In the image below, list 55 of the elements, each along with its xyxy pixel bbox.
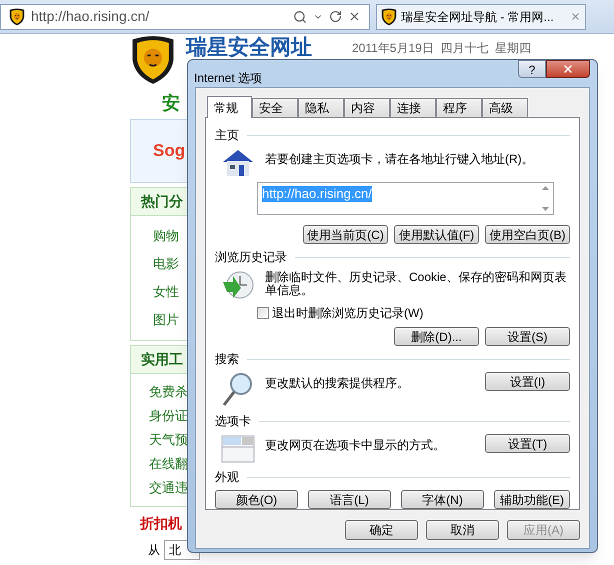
page-heading: 安: [161, 92, 181, 115]
dialog-button[interactable]: 取消: [426, 520, 499, 540]
address-bar[interactable]: http://hao.rising.cn/: [0, 4, 370, 30]
dialog-tab[interactable]: 常规: [207, 96, 252, 118]
tabs-description: 更改网页在选项卡中显示的方式。: [265, 437, 446, 454]
checkbox[interactable]: [257, 307, 269, 319]
from-label: 从: [148, 542, 160, 559]
appearance-button[interactable]: 辅助功能(E): [494, 490, 570, 509]
tab-title: 瑞星安全网址导航 - 常用网...: [401, 8, 555, 26]
home-description: 若要创建主页选项卡，请在各地址行键入地址(R)。: [265, 151, 534, 168]
appearance-button[interactable]: 语言(L): [308, 490, 391, 509]
dialog-button[interactable]: 确定: [345, 520, 418, 540]
tabs-settings-button[interactable]: 设置(T): [485, 434, 570, 453]
appearance-button[interactable]: 颜色(O): [215, 490, 298, 509]
close-tab-icon[interactable]: [570, 11, 581, 22]
close-button[interactable]: [546, 60, 590, 78]
history-button[interactable]: 设置(S): [485, 327, 570, 346]
help-button[interactable]: ?: [518, 60, 546, 78]
deals-title: 折扣机: [138, 514, 183, 533]
scroll-up-icon[interactable]: [542, 186, 548, 190]
date-text: 2011年5月19日 四月十七 星期四: [352, 41, 532, 55]
stop-icon[interactable]: [348, 10, 361, 23]
dialog-tab[interactable]: 高级: [482, 98, 528, 117]
search-logo: Sog: [153, 140, 186, 162]
url-text: http://hao.rising.cn/: [31, 7, 150, 26]
dialog-tab[interactable]: 程序: [436, 98, 482, 117]
homepage-button[interactable]: 使用默认值(F): [394, 225, 479, 244]
tabs-icon: [221, 434, 255, 464]
homepage-button[interactable]: 使用当前页(C): [303, 225, 388, 244]
group-title: 外观: [215, 469, 239, 486]
history-button[interactable]: 删除(D)...: [394, 327, 479, 346]
dialog-tab[interactable]: 安全: [252, 98, 298, 117]
search-description: 更改默认的搜索提供程序。: [265, 375, 410, 392]
homepage-button[interactable]: 使用空白页(B): [485, 225, 570, 244]
dialog-tab[interactable]: 隐私: [298, 98, 344, 117]
history-description: 删除临时文件、历史记录、Cookie、保存的密码和网页表单信息。: [265, 271, 568, 297]
group-title: 选项卡: [215, 413, 251, 430]
appearance-button[interactable]: 字体(N): [401, 490, 484, 509]
dialog-tab[interactable]: 连接: [390, 98, 436, 117]
search-settings-button[interactable]: 设置(I): [485, 372, 570, 391]
group-title: 搜索: [215, 351, 239, 368]
search-icon[interactable]: [293, 10, 307, 24]
dialog-tab[interactable]: 内容: [344, 98, 390, 117]
clock-icon: [221, 270, 255, 300]
scroll-down-icon[interactable]: [542, 207, 548, 211]
group-title: 浏览历史记录: [215, 249, 287, 266]
group-title: 主页: [215, 127, 239, 144]
close-icon: [562, 63, 574, 75]
browser-tab[interactable]: 瑞星安全网址导航 - 常用网...: [376, 4, 586, 30]
site-title: 瑞星安全网址: [186, 37, 312, 59]
checkbox-label[interactable]: 退出时删除浏览历史记录(W): [272, 304, 424, 322]
magnifier-icon: [221, 372, 255, 408]
dialog-title: Internet 选项: [194, 70, 262, 87]
house-icon: [221, 148, 255, 178]
refresh-icon[interactable]: [329, 10, 342, 23]
